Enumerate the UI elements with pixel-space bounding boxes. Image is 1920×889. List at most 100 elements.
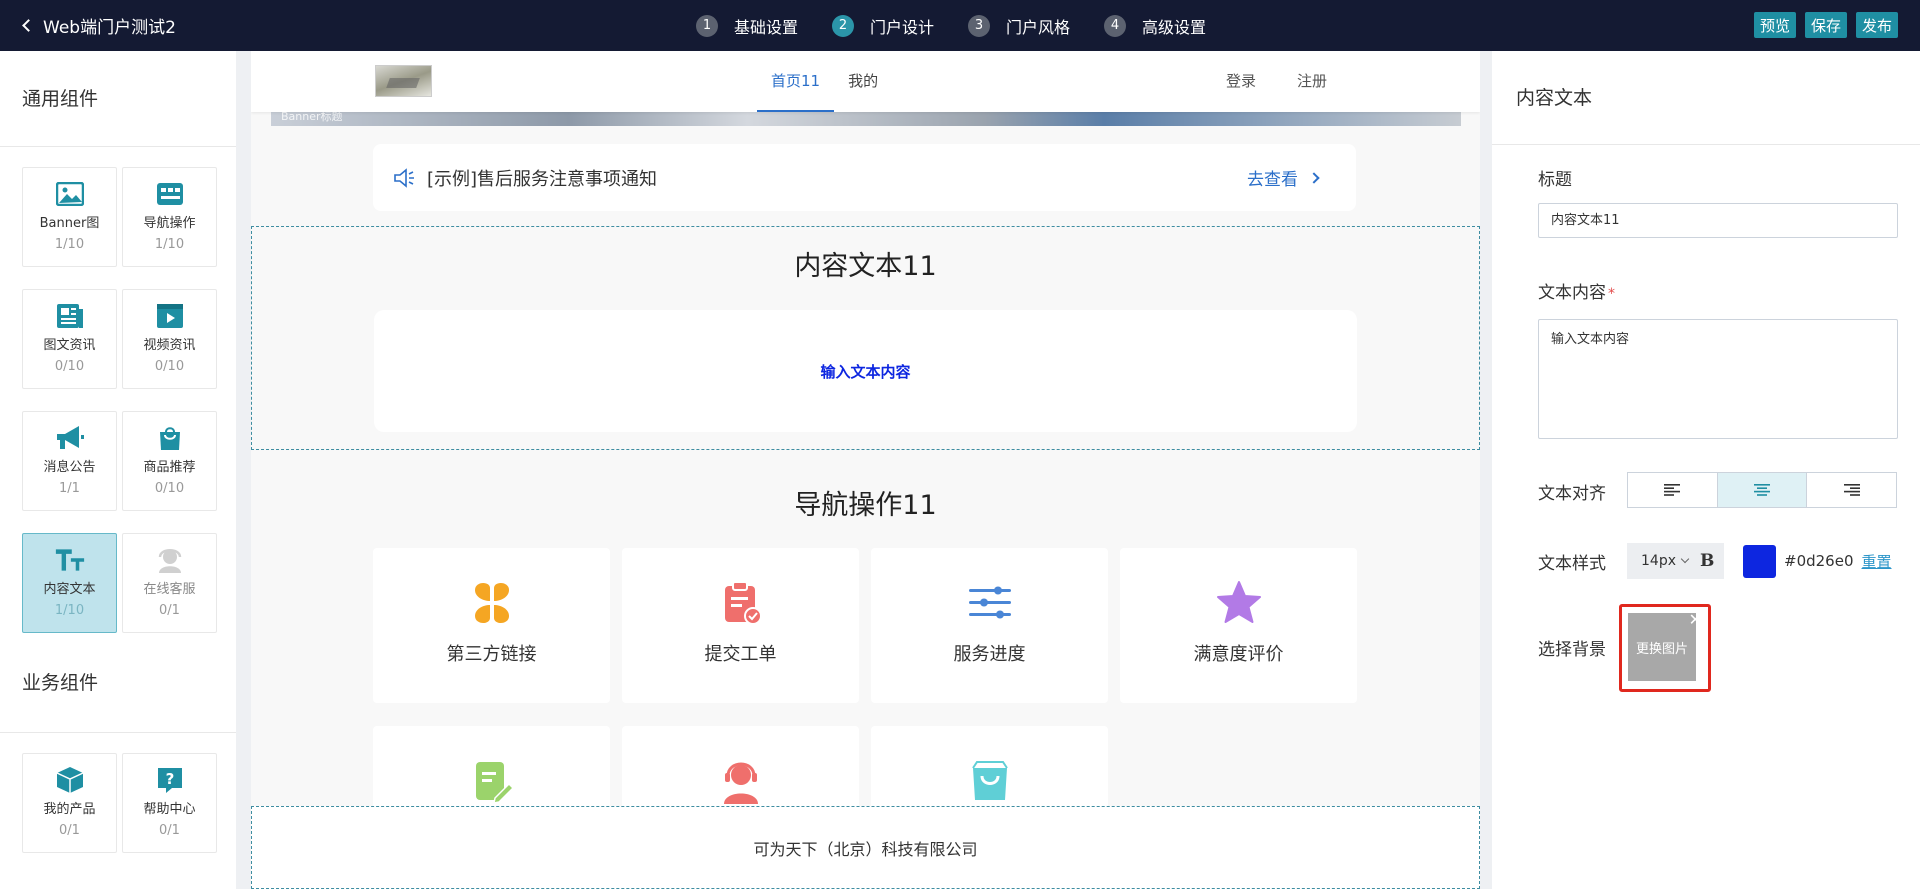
- nav-card-satisfaction[interactable]: 满意度评价: [1120, 548, 1357, 703]
- announcement-bar[interactable]: [示例]售后服务注意事项通知 去查看: [373, 144, 1356, 211]
- edit-document-icon: [475, 762, 514, 804]
- component-label: 我的产品: [43, 802, 96, 817]
- component-count: 0/10: [154, 359, 185, 374]
- support-agent-icon: [155, 546, 185, 574]
- site-logo: [375, 65, 432, 97]
- color-swatch[interactable]: [1743, 544, 1776, 578]
- nav-card-service-progress[interactable]: 服务进度: [871, 548, 1108, 703]
- save-button[interactable]: 保存: [1804, 12, 1847, 38]
- component-label: 在线客服: [143, 582, 196, 597]
- bold-toggle[interactable]: B: [1700, 551, 1714, 571]
- nav-card-submit-ticket[interactable]: 提交工单: [622, 548, 859, 703]
- content-text-block[interactable]: 内容文本11 输入文本内容: [251, 226, 1480, 450]
- nav-card-label: 服务进度: [953, 644, 1026, 665]
- font-size-value: 14px: [1641, 553, 1676, 569]
- wizard-steps: 1 基础设置 2 门户设计 3 门户风格 4 高级设置: [696, 0, 1240, 51]
- step-basic[interactable]: 1 基础设置: [696, 14, 798, 38]
- reset-color-link[interactable]: 重置: [1862, 551, 1892, 572]
- auth-links: 登录 注册: [1226, 51, 1368, 112]
- megaphone-icon: [55, 424, 85, 452]
- content-block-text: 输入文本内容: [374, 310, 1357, 432]
- font-size-select[interactable]: 14px B: [1627, 543, 1724, 579]
- footer-company: 可为天下（北京）科技有限公司: [753, 839, 978, 859]
- nav-mine[interactable]: 我的: [834, 51, 892, 112]
- login-link[interactable]: 登录: [1226, 51, 1256, 112]
- nav-card-label: 提交工单: [704, 644, 777, 665]
- component-label: 图文资讯: [43, 338, 96, 353]
- component-count: 0/1: [159, 823, 180, 838]
- component-label: Banner图: [39, 216, 100, 231]
- align-label: 文本对齐: [1538, 484, 1606, 504]
- video-icon: [155, 302, 185, 330]
- component-label: 内容文本: [43, 582, 96, 597]
- component-my-product[interactable]: 我的产品 0/1: [22, 753, 117, 853]
- component-label: 视频资讯: [143, 338, 196, 353]
- nav-block-title: 导航操作11: [794, 490, 937, 521]
- help-icon: ?: [155, 766, 185, 794]
- publish-button[interactable]: 发布: [1855, 12, 1898, 38]
- banner-image[interactable]: Banner标题: [271, 110, 1461, 126]
- component-count: 1/10: [154, 237, 185, 252]
- align-center-icon: [1754, 484, 1770, 496]
- nav-home[interactable]: 首页11: [757, 51, 835, 112]
- component-article[interactable]: 图文资讯 0/10: [22, 289, 117, 389]
- component-online-service[interactable]: 在线客服 0/1: [122, 533, 217, 633]
- component-count: 0/1: [159, 603, 180, 618]
- content-label-text: 文本内容: [1538, 283, 1606, 303]
- register-link[interactable]: 注册: [1297, 51, 1327, 112]
- site-nav: 首页11 我的: [757, 51, 892, 112]
- align-left-button[interactable]: [1628, 473, 1718, 507]
- panel-title: 内容文本: [1492, 51, 1920, 145]
- design-canvas: 首页11 我的 登录 注册 Banner标题 [示例]售后服务注意事项通知 去查…: [251, 51, 1480, 889]
- site-footer[interactable]: 可为天下（北京）科技有限公司: [251, 806, 1480, 889]
- component-banner[interactable]: Banner图 1/10: [22, 167, 117, 267]
- component-video[interactable]: 视频资讯 0/10: [122, 289, 217, 389]
- align-center-button[interactable]: [1717, 473, 1808, 507]
- step-number: 2: [832, 14, 855, 37]
- component-content-text[interactable]: 内容文本 1/10: [22, 533, 117, 633]
- component-help-center[interactable]: ? 帮助中心 0/1: [122, 753, 217, 853]
- star-icon: [1216, 581, 1261, 623]
- component-count: 0/10: [54, 359, 85, 374]
- component-navigation[interactable]: 导航操作 1/10: [122, 167, 217, 267]
- content-textarea[interactable]: 输入文本内容: [1538, 319, 1898, 439]
- box-icon: [55, 766, 85, 794]
- align-right-button[interactable]: [1807, 473, 1896, 507]
- component-label: 消息公告: [43, 460, 96, 475]
- component-count: 0/1: [59, 823, 80, 838]
- sliders-icon: [968, 586, 1011, 619]
- chevron-down-icon: [1680, 554, 1690, 564]
- step-label: 高级设置: [1142, 17, 1207, 37]
- preview-button[interactable]: 预览: [1753, 12, 1796, 38]
- step-design[interactable]: 2 门户设计: [832, 14, 934, 38]
- shopping-bag-icon: [155, 424, 185, 452]
- nav-card-label: 第三方链接: [446, 644, 537, 665]
- clipboard-check-icon: [724, 581, 762, 625]
- step-number: 1: [696, 14, 718, 37]
- component-product[interactable]: 商品推荐 0/10: [122, 411, 217, 511]
- step-number: 3: [968, 14, 991, 37]
- top-actions: 预览 保存 发布: [1745, 12, 1898, 38]
- align-button-group: [1627, 472, 1897, 508]
- nav-card-third-party[interactable]: 第三方链接: [373, 548, 610, 703]
- align-left-icon: [1664, 484, 1681, 496]
- change-image-button[interactable]: 更换图片: [1628, 613, 1696, 681]
- component-announcement[interactable]: 消息公告 1/1: [22, 411, 117, 511]
- component-count: 0/10: [154, 481, 185, 496]
- background-picker: 更换图片 ✕: [1619, 604, 1711, 692]
- step-label: 门户设计: [870, 17, 935, 37]
- general-components-grid: Banner图 1/10 导航操作 1/10 图文资讯 0/10 视频资讯 0/…: [0, 147, 236, 633]
- general-components-title: 通用组件: [0, 51, 236, 147]
- site-header[interactable]: 首页11 我的 登录 注册: [251, 51, 1480, 112]
- style-label: 文本样式: [1538, 554, 1606, 574]
- close-icon[interactable]: ✕: [1689, 610, 1702, 629]
- properties-panel: 内容文本 标题 内容文本11 文本内容 * 输入文本内容 文本对齐 文本样式 14…: [1492, 51, 1920, 889]
- step-label: 门户风格: [1006, 17, 1071, 37]
- chevron-left-icon: [22, 19, 35, 32]
- step-style[interactable]: 3 门户风格: [968, 14, 1070, 38]
- headset-agent-icon: [723, 762, 758, 804]
- step-advanced[interactable]: 4 高级设置: [1104, 14, 1206, 38]
- view-announcement-link[interactable]: 去查看: [1247, 165, 1320, 190]
- title-input[interactable]: 内容文本11: [1538, 203, 1898, 238]
- back-button[interactable]: Web端门户测试2: [22, 0, 176, 51]
